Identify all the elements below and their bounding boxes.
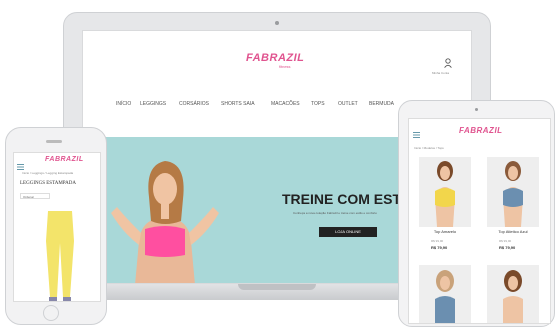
product-card-image[interactable] [419, 265, 471, 323]
product-name[interactable]: Top Amarelo [419, 229, 471, 234]
laptop-notch [238, 284, 316, 290]
model-image [435, 270, 455, 323]
tablet-camera [475, 108, 478, 111]
tablet-menu-icon[interactable] [413, 125, 420, 138]
nav-item-outlet[interactable]: OUTLET [338, 101, 358, 107]
hero-model-image [111, 161, 219, 283]
phone-brand-logo[interactable]: FABRAZIL [45, 156, 84, 163]
menu-icon[interactable] [17, 157, 24, 170]
laptop-brand-tagline: fitness [279, 64, 291, 69]
nav-item-tops[interactable]: TOPS [311, 101, 325, 107]
hero-title: TREINE COM ESTIL [282, 191, 414, 207]
nav-item-bermuda[interactable]: BERMUDA [369, 101, 394, 107]
phone-screen: FABRAZIL Início / Leggings / Legging Est… [13, 152, 101, 302]
phone-speaker [46, 140, 62, 143]
tablet-brand-logo[interactable]: FABRAZIL [459, 126, 503, 135]
nav-item-inicio[interactable]: INÍCIO [116, 101, 131, 107]
product-price: R$ 79,90 [499, 245, 516, 250]
legging-product-image[interactable] [42, 211, 78, 301]
product-card-image[interactable] [487, 265, 539, 323]
product-name[interactable]: Top Atletico Azul [487, 229, 539, 234]
nav-item-shorts-saia[interactable]: SHORTS SAIA [221, 101, 255, 107]
nav-item-leggings[interactable]: LEGGINGS [140, 101, 166, 107]
nav-item-corsarios[interactable]: CORSÁRIOS [179, 101, 209, 107]
hero-shop-button[interactable]: LOJA ONLINE [319, 227, 377, 237]
laptop-camera [275, 21, 279, 25]
yellow-top-model-image [435, 161, 455, 227]
product-card-image[interactable] [419, 157, 471, 227]
product-price: R$ 79,90 [431, 245, 448, 250]
blue-top-model-image [503, 161, 523, 227]
user-icon[interactable] [444, 55, 452, 68]
product-card-image[interactable] [487, 157, 539, 227]
phone-breadcrumb: Início / Leggings / Legging Estampada [22, 171, 74, 175]
tablet-screen: FABRAZIL Início / Modelos / Tops Top Ama… [408, 118, 551, 324]
nav-item-macacoes[interactable]: MACACÕES [271, 101, 300, 107]
hero-subtitle: Conheça a nova coleção Fabrazil e treine… [293, 211, 377, 215]
phone-home-button[interactable] [43, 305, 59, 321]
product-old-price: R$ 99,90 [431, 239, 444, 243]
tablet-breadcrumb: Início / Modelos / Tops [414, 146, 444, 150]
product-old-price: R$ 99,90 [499, 239, 512, 243]
model-image [503, 270, 523, 323]
account-label[interactable]: Minha Conta [432, 71, 449, 75]
phone-category-title: LEGGINGS ESTAMPADA [20, 181, 76, 186]
phone-sort-select[interactable]: Ordenar [20, 193, 50, 199]
laptop-brand-logo[interactable]: FABRAZIL [246, 52, 304, 64]
